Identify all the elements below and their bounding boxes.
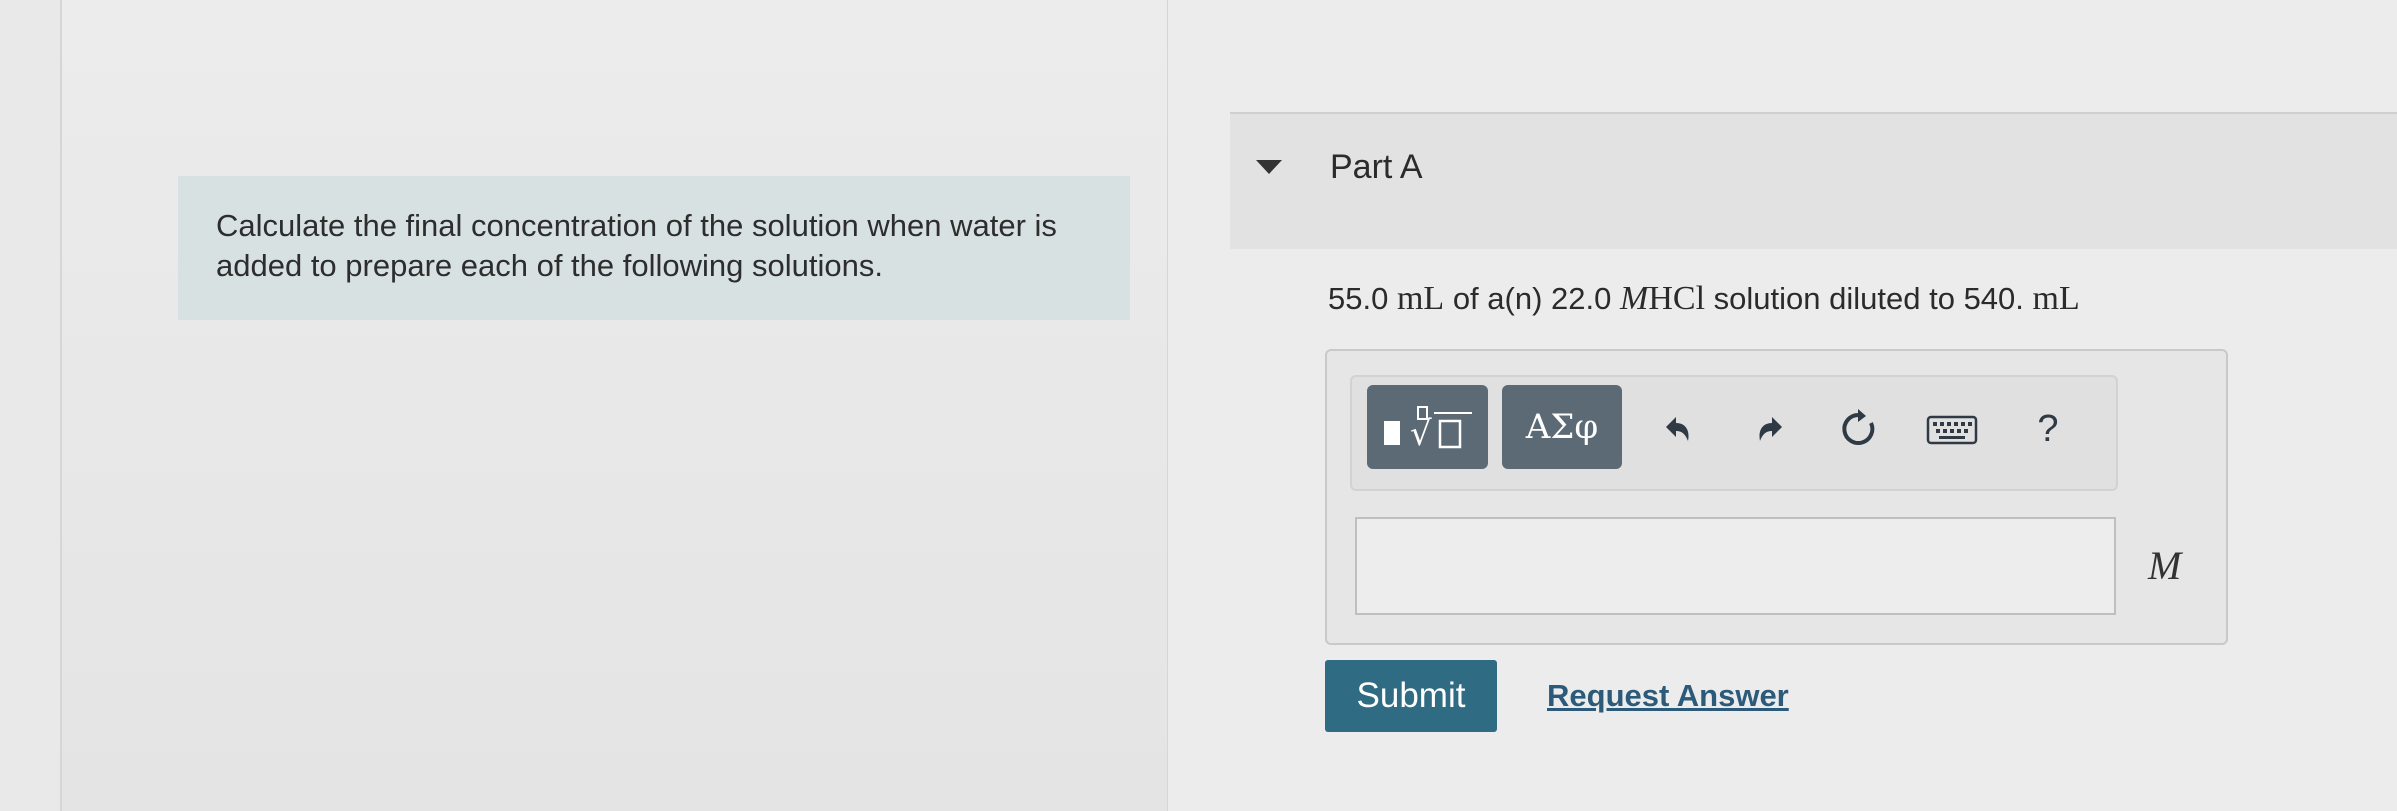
keyboard-icon <box>1926 415 1978 445</box>
initial-volume: 55.0 <box>1328 281 1389 316</box>
answer-input[interactable] <box>1355 517 2116 615</box>
keyboard-button[interactable] <box>1924 401 1980 457</box>
redo-button[interactable] <box>1744 401 1800 457</box>
question-text: 55.0 mL of a(n) 22.0 MHCl solution dilut… <box>1328 280 2080 318</box>
symbols-label: ΑΣφ <box>1525 407 1599 447</box>
molarity-unit: M <box>1620 280 1649 317</box>
undo-button[interactable] <box>1648 401 1704 457</box>
collapse-caret-icon[interactable] <box>1256 160 1282 174</box>
problem-intro: Calculate the final concentration of the… <box>178 176 1130 320</box>
help-icon: ? <box>2037 407 2059 450</box>
solute-formula: HCl <box>1648 280 1706 317</box>
redo-icon <box>1759 417 1782 441</box>
question-diluted-text: solution diluted to <box>1713 281 1955 316</box>
unit-ml: mL <box>1396 280 1445 317</box>
submit-label: Submit <box>1356 676 1466 715</box>
part-title[interactable]: Part A <box>1330 148 1423 187</box>
molarity-value: 22.0 <box>1551 281 1612 316</box>
submit-button[interactable]: Submit <box>1325 660 1497 732</box>
templates-button[interactable]: √ <box>1367 385 1488 469</box>
request-answer-link[interactable]: Request Answer <box>1547 678 1789 714</box>
unit-ml-final: mL <box>2032 280 2080 317</box>
templates-icon: √ <box>1383 406 1472 454</box>
problem-intro-text: Calculate the final concentration of the… <box>216 208 1057 283</box>
reset-button[interactable] <box>1830 401 1886 457</box>
question-of-text: of a(n) <box>1452 281 1543 316</box>
help-button[interactable]: ? <box>2020 401 2076 457</box>
symbols-button[interactable]: ΑΣφ <box>1502 385 1622 469</box>
final-volume: 540. <box>1963 281 2024 316</box>
answer-unit: M <box>2148 543 2182 588</box>
left-column <box>60 0 1169 811</box>
reset-icon <box>1842 409 1875 445</box>
undo-icon <box>1666 417 1689 441</box>
